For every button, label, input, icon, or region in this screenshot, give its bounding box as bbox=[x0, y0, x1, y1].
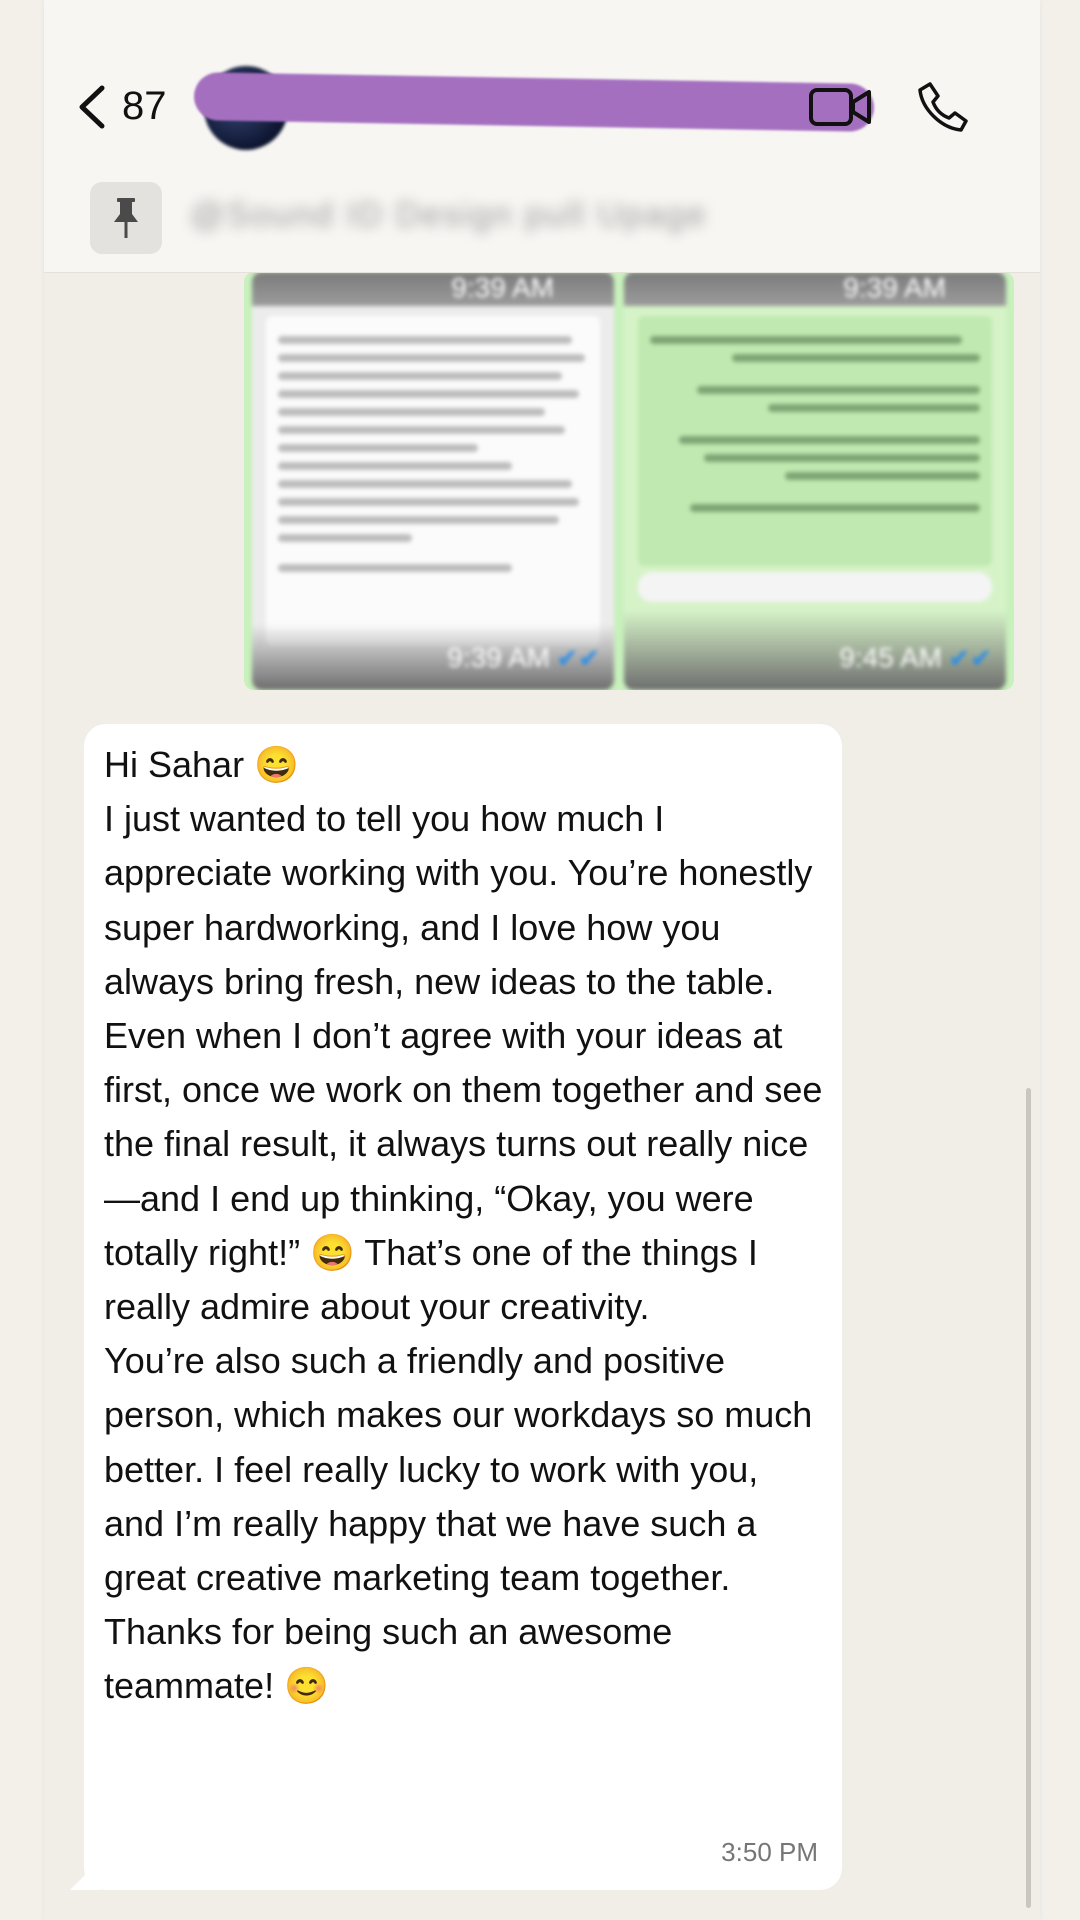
incoming-message-bubble[interactable]: Hi Sahar 😄 I just wanted to tell you how… bbox=[70, 724, 842, 1890]
chat-screen: 87 @Sound ID Design pull Upage 9:39 AM 9… bbox=[44, 0, 1040, 1920]
pinned-message-preview[interactable]: @Sound ID Design pull Upage bbox=[190, 196, 708, 235]
image-time: 9:39 AM bbox=[447, 642, 550, 673]
pin-icon bbox=[114, 198, 138, 238]
contact-name-redacted[interactable] bbox=[193, 72, 875, 132]
image-tile[interactable]: 9:39 AM 9:45 AM ✔✔ bbox=[624, 272, 1006, 690]
image-top-bar: 9:39 AM bbox=[624, 272, 1006, 306]
phone-icon[interactable] bbox=[916, 80, 970, 134]
image-time: 9:45 AM bbox=[839, 642, 942, 673]
chat-header: 87 @Sound ID Design pull Upage bbox=[44, 0, 1040, 273]
scrollbar[interactable] bbox=[1026, 1088, 1031, 1908]
unread-count[interactable]: 87 bbox=[122, 84, 167, 129]
image-content-blurred bbox=[638, 316, 992, 566]
image-tile[interactable]: 9:39 AM 9:39 AM ✔✔ bbox=[252, 272, 614, 690]
image-message[interactable]: 9:39 AM 9:39 AM ✔✔ 9:39 AM 9:45 AM ✔✔ bbox=[244, 272, 1014, 690]
image-input-bar bbox=[638, 572, 992, 602]
chevron-left-icon[interactable] bbox=[72, 82, 112, 132]
image-top-time: 9:39 AM bbox=[451, 272, 554, 303]
image-top-time: 9:39 AM bbox=[843, 272, 946, 303]
video-camera-icon[interactable] bbox=[808, 86, 872, 128]
read-check-icon: ✔✔ bbox=[948, 643, 992, 673]
bubble-tail bbox=[70, 1860, 100, 1890]
read-check-icon: ✔✔ bbox=[556, 643, 600, 673]
image-content-blurred bbox=[266, 316, 600, 646]
message-text: Hi Sahar 😄 I just wanted to tell you how… bbox=[104, 744, 823, 1707]
pinned-message-button[interactable] bbox=[90, 182, 162, 254]
message-time: 3:50 PM bbox=[721, 1837, 818, 1867]
image-top-bar: 9:39 AM bbox=[252, 272, 614, 306]
